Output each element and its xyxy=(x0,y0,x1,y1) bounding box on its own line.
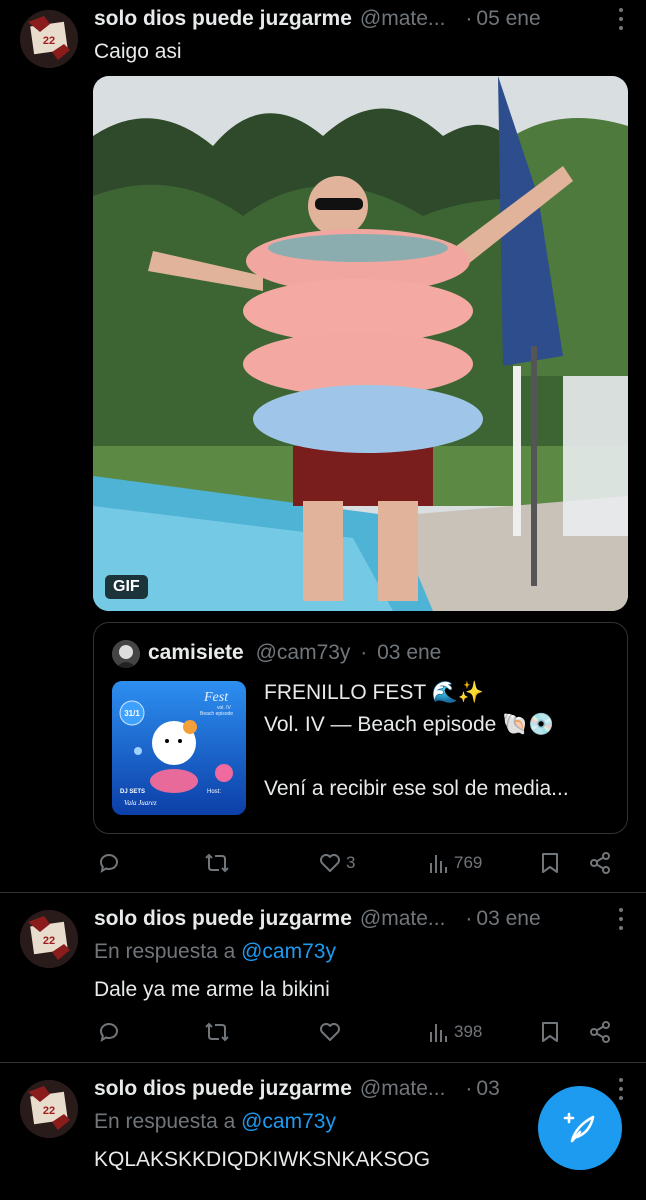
reply-button[interactable] xyxy=(97,843,125,883)
quote-text-line-2: Vol. IV — Beach episode 🐚💿 xyxy=(264,713,555,736)
display-name[interactable]: solo dios puede juzgarme xyxy=(94,7,352,31)
views-button[interactable]: 398 xyxy=(428,1012,482,1052)
tweet-text: KQLAKSKKDIQDKIWKSNKAKSOG xyxy=(94,1148,431,1171)
quote-text-line-3: Vení a recibir ese sol de media... xyxy=(264,777,569,800)
tweet-date[interactable]: 03 ene xyxy=(476,907,540,931)
separator-dot: · xyxy=(465,907,473,930)
reply-mention[interactable]: @cam73y xyxy=(241,940,336,963)
divider xyxy=(0,1062,646,1063)
user-handle[interactable]: @mate... xyxy=(360,7,446,31)
more-icon[interactable] xyxy=(618,8,624,30)
quoted-tweet[interactable]: camisiete @cam73y · 03 ene Fest vol. IV … xyxy=(93,622,628,834)
views-button[interactable]: 769 xyxy=(428,843,482,883)
tweet-text: Dale ya me arme la bikini xyxy=(94,978,330,1001)
like-button[interactable]: 3 xyxy=(318,843,355,883)
user-handle[interactable]: @mate... xyxy=(360,907,446,931)
quote-date: 03 ene xyxy=(377,641,442,664)
like-icon xyxy=(320,1023,340,1041)
user-handle[interactable]: @mate... xyxy=(360,1077,446,1101)
reply-icon xyxy=(100,1023,118,1043)
reply-button[interactable] xyxy=(97,1012,125,1052)
thumb-text-artist: Vala Juarez xyxy=(124,799,157,807)
reply-context: En respuesta a @cam73y xyxy=(94,1110,336,1134)
retweet-icon xyxy=(205,1022,229,1042)
tweet-1[interactable]: 22 solo dios puede juzgarme @mate... · 0… xyxy=(0,0,646,892)
tweet-actions: 398 xyxy=(94,1012,624,1052)
tweet-header: solo dios puede juzgarme @mate... · 03 xyxy=(94,1074,626,1104)
reply-icon xyxy=(100,854,118,874)
share-button[interactable] xyxy=(588,843,612,883)
tweet-header: solo dios puede juzgarme @mate... · 03 e… xyxy=(94,904,626,934)
compose-icon xyxy=(563,1112,595,1143)
quote-header: camisiete @cam73y · 03 ene xyxy=(148,641,441,665)
retweet-button[interactable] xyxy=(204,843,234,883)
share-icon xyxy=(590,852,610,874)
tweet-2[interactable]: 22 solo dios puede juzgarme @mate... · 0… xyxy=(0,900,646,1060)
svg-text:22: 22 xyxy=(43,935,55,947)
reply-prefix: En respuesta a xyxy=(94,1110,236,1133)
avatar[interactable]: 22 xyxy=(20,1080,78,1138)
thumb-text-djsets: DJ SETS xyxy=(120,789,145,795)
thumb-text-episode: Beach episode xyxy=(200,711,233,717)
divider xyxy=(0,892,646,893)
bookmark-icon xyxy=(542,1022,558,1042)
retweet-button[interactable] xyxy=(204,1012,234,1052)
avatar[interactable]: 22 xyxy=(20,910,78,968)
quote-image: Fest vol. IV Beach episode 31/1 DJ SETS … xyxy=(112,681,246,815)
tweet-text: Caigo asi xyxy=(94,40,182,63)
gif-image xyxy=(93,76,628,611)
thumb-text-date: 31/1 xyxy=(124,709,140,718)
display-name[interactable]: solo dios puede juzgarme xyxy=(94,1077,352,1101)
separator-dot: · xyxy=(465,1077,473,1100)
views-count: 769 xyxy=(454,853,483,872)
quote-display-name[interactable]: camisiete xyxy=(148,641,244,664)
reply-context: En respuesta a @cam73y xyxy=(94,940,336,964)
tweet-header: solo dios puede juzgarme @mate... · 05 e… xyxy=(94,4,626,34)
quote-text-line-1: FRENILLO FEST 🌊✨ xyxy=(264,681,484,704)
svg-text:22: 22 xyxy=(43,35,55,47)
gif-badge: GIF xyxy=(105,575,148,599)
bookmark-button[interactable] xyxy=(539,1012,561,1052)
thumb-text-host: Host: xyxy=(207,789,221,795)
tweet-date[interactable]: 03 xyxy=(476,1077,499,1101)
like-button[interactable] xyxy=(318,1012,346,1052)
separator-dot: · xyxy=(360,641,368,664)
share-button[interactable] xyxy=(588,1012,612,1052)
bookmark-button[interactable] xyxy=(539,843,561,883)
display-name[interactable]: solo dios puede juzgarme xyxy=(94,907,352,931)
tweet-date[interactable]: 05 ene xyxy=(476,7,540,31)
views-icon xyxy=(430,855,447,873)
quote-handle[interactable]: @cam73y xyxy=(256,641,351,664)
compose-button[interactable] xyxy=(538,1086,622,1170)
quote-avatar[interactable] xyxy=(112,640,140,668)
more-icon[interactable] xyxy=(618,908,624,930)
separator-dot: · xyxy=(465,7,473,30)
views-count: 398 xyxy=(454,1022,483,1041)
reply-prefix: En respuesta a xyxy=(94,940,236,963)
like-icon xyxy=(320,854,340,872)
reply-mention[interactable]: @cam73y xyxy=(241,1110,336,1133)
retweet-icon xyxy=(205,853,229,873)
bookmark-icon xyxy=(542,853,558,873)
tweet-actions: 3 769 xyxy=(94,843,624,883)
share-icon xyxy=(590,1021,610,1043)
avatar[interactable]: 22 xyxy=(20,10,78,68)
tweet-gif[interactable]: GIF xyxy=(93,76,628,611)
like-count: 3 xyxy=(346,853,356,872)
views-icon xyxy=(430,1024,447,1042)
more-icon[interactable] xyxy=(618,1078,624,1100)
svg-text:22: 22 xyxy=(43,1105,55,1117)
thumb-text-fest: Fest xyxy=(203,690,229,705)
